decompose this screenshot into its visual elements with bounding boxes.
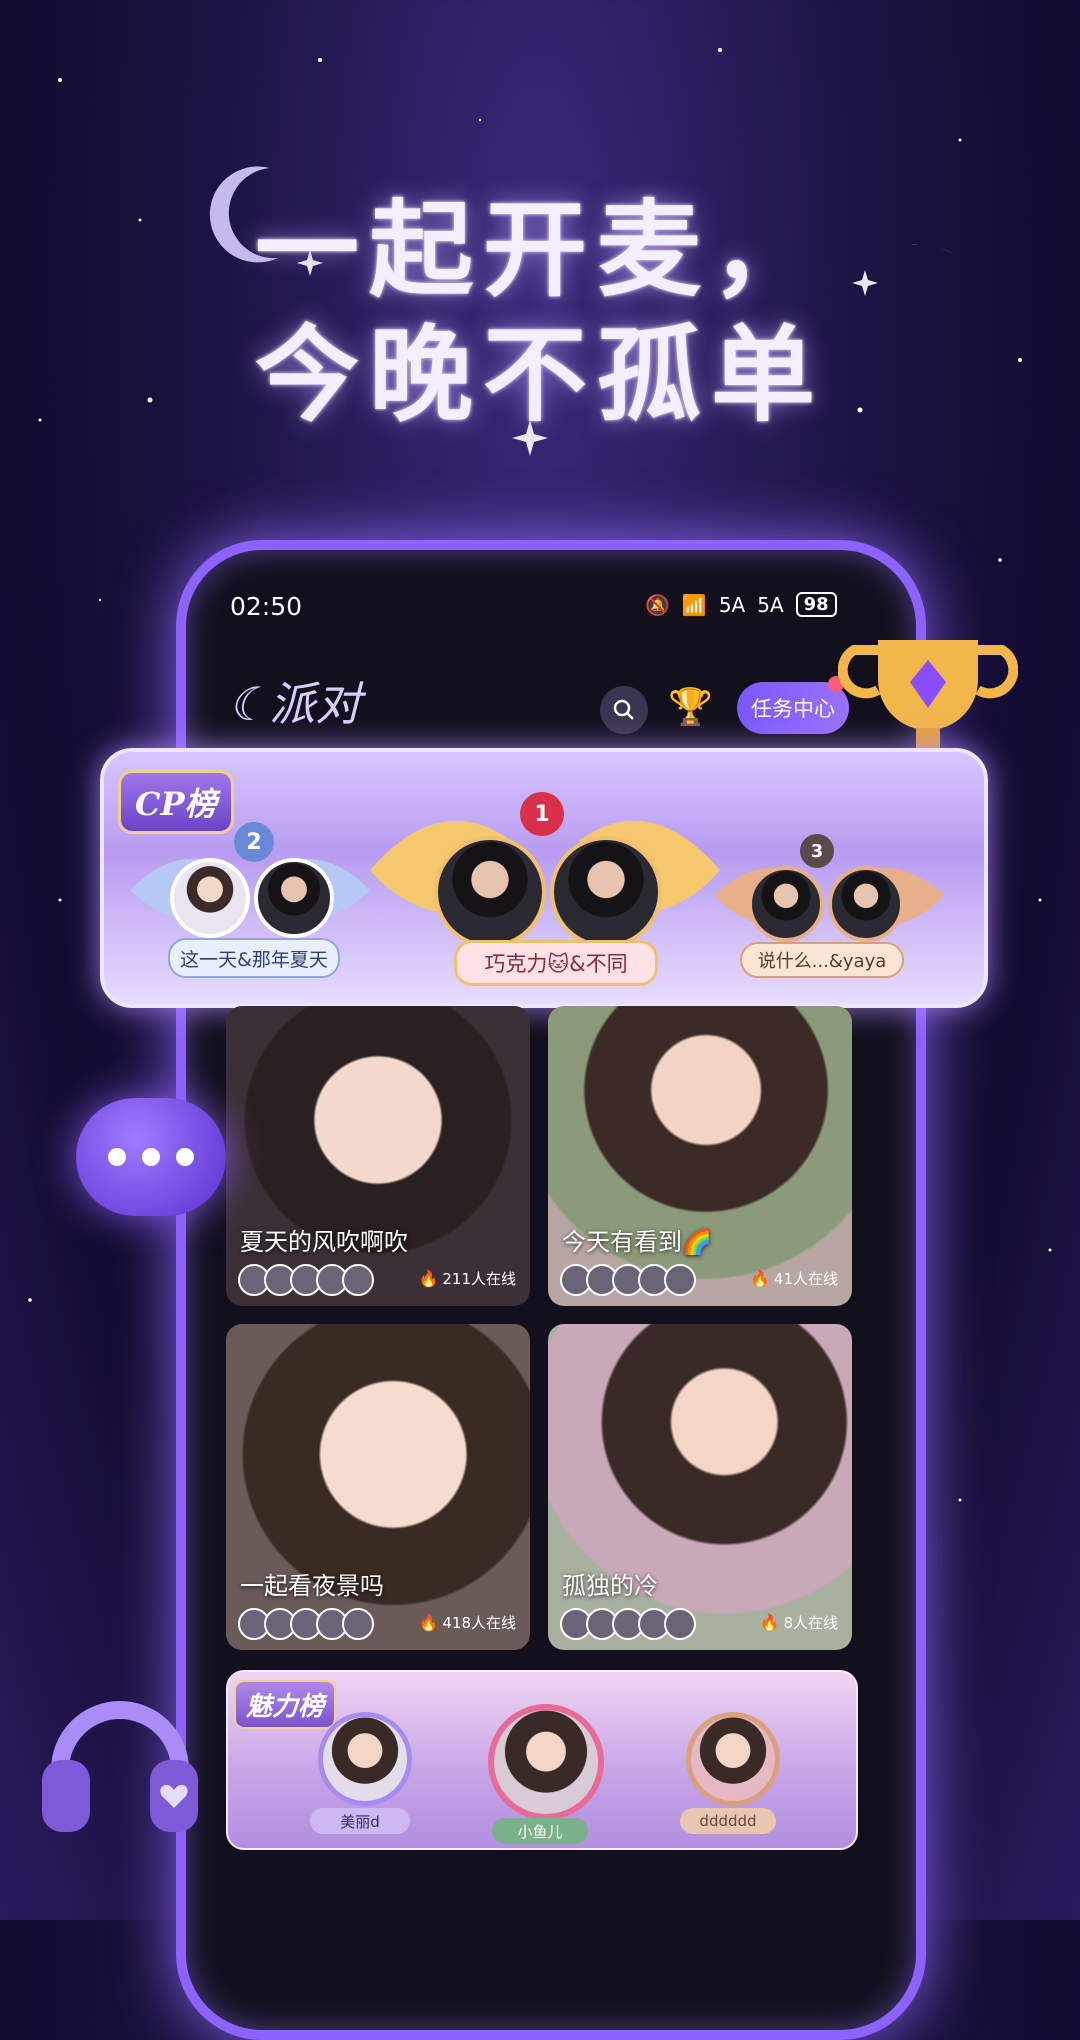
online-count-label: 211人在线 bbox=[442, 1270, 516, 1288]
cp-pair-3[interactable] bbox=[748, 866, 904, 942]
cp-pair-2-name: 这一天&那年夏天 bbox=[168, 938, 340, 978]
avatar bbox=[748, 866, 824, 942]
fire-icon: 🔥 bbox=[759, 1613, 780, 1632]
headphones-icon bbox=[42, 1701, 198, 1832]
status-time: 02:50 bbox=[230, 592, 303, 621]
room-title: 一起看夜景吗 bbox=[240, 1572, 384, 1600]
online-count: 🔥 8人在线 bbox=[760, 1612, 838, 1633]
room-title: 今天有看到🌈 bbox=[562, 1228, 712, 1256]
fire-icon: 🔥 bbox=[418, 1269, 439, 1288]
cp-pair-3-name: 说什么...&yaya bbox=[740, 942, 904, 978]
search-button[interactable] bbox=[600, 686, 648, 734]
member-avatars bbox=[560, 1608, 696, 1640]
room-cover-photo bbox=[226, 1006, 530, 1306]
rank-1-badge: 1 bbox=[520, 792, 564, 836]
signal-label-1: 5A bbox=[718, 592, 746, 617]
trophy-button[interactable]: 🏆 bbox=[668, 686, 713, 728]
room-card[interactable]: 一起看夜景吗 🔥 418人在线 bbox=[226, 1324, 530, 1650]
charm-avatar[interactable] bbox=[318, 1712, 412, 1806]
headline-line-2: 今晚不孤单 bbox=[254, 313, 825, 436]
wifi-icon: 📶 bbox=[681, 592, 707, 617]
battery-indicator: 98 bbox=[795, 592, 837, 617]
room-card[interactable]: 夏天的风吹啊吹 🔥 211人在线 bbox=[226, 1006, 530, 1306]
avatar bbox=[434, 836, 546, 948]
room-card[interactable]: 今天有看到🌈 🔥 41人在线 bbox=[548, 1006, 852, 1306]
signal-label-2: 5A bbox=[757, 592, 784, 617]
fire-icon: 🔥 bbox=[418, 1613, 439, 1632]
online-count: 🔥 211人在线 bbox=[418, 1268, 516, 1289]
logo-moon-icon: ☾ bbox=[228, 677, 270, 731]
charm-avatar[interactable] bbox=[488, 1704, 604, 1820]
online-count-label: 8人在线 bbox=[783, 1614, 838, 1632]
rank-3-badge: 3 bbox=[800, 834, 834, 868]
charm-board-title: 魅力榜 bbox=[234, 1680, 337, 1729]
online-count-label: 418人在线 bbox=[442, 1614, 516, 1632]
avatar bbox=[828, 866, 904, 942]
member-avatars bbox=[238, 1608, 374, 1640]
cp-pair-1-name: 巧克力🐱&不同 bbox=[454, 940, 658, 986]
logo-text: 派对 bbox=[269, 677, 362, 731]
rank-2-badge: 2 bbox=[234, 822, 274, 862]
charm-entry-name: dddddd bbox=[680, 1808, 776, 1834]
cp-pair-1[interactable] bbox=[434, 836, 662, 948]
member-avatars bbox=[238, 1264, 374, 1296]
avatar bbox=[170, 858, 250, 938]
status-icons: 🔕 📶 5A 5A 98 bbox=[645, 592, 837, 617]
chat-bubble-icon bbox=[76, 1098, 226, 1216]
trophy-icon: 🏆 bbox=[668, 687, 713, 728]
fire-icon: 🔥 bbox=[749, 1269, 770, 1288]
online-count: 🔥 418人在线 bbox=[418, 1612, 516, 1633]
search-icon bbox=[613, 699, 634, 720]
room-card[interactable]: 孤独的冷 🔥 8人在线 bbox=[548, 1324, 852, 1650]
cp-board-title: CP榜 bbox=[118, 770, 234, 834]
app-logo: ☾派对 bbox=[228, 668, 361, 734]
cp-pair-2[interactable] bbox=[170, 858, 334, 938]
mute-icon: 🔕 bbox=[645, 592, 670, 617]
charm-entry-name: 小鱼儿 bbox=[492, 1818, 588, 1844]
avatar bbox=[550, 836, 662, 948]
charm-avatar[interactable] bbox=[686, 1712, 780, 1806]
room-title: 夏天的风吹啊吹 bbox=[240, 1228, 408, 1256]
room-cover-photo bbox=[548, 1006, 852, 1306]
online-count-label: 41人在线 bbox=[773, 1270, 838, 1288]
avatar bbox=[254, 858, 334, 938]
member-avatars bbox=[560, 1264, 696, 1296]
room-cover-photo bbox=[548, 1324, 852, 1650]
charm-entry-name: 美丽d bbox=[310, 1808, 410, 1834]
room-title: 孤独的冷 bbox=[562, 1572, 658, 1600]
room-cover-photo bbox=[226, 1324, 530, 1650]
online-count: 🔥 41人在线 bbox=[750, 1268, 838, 1289]
